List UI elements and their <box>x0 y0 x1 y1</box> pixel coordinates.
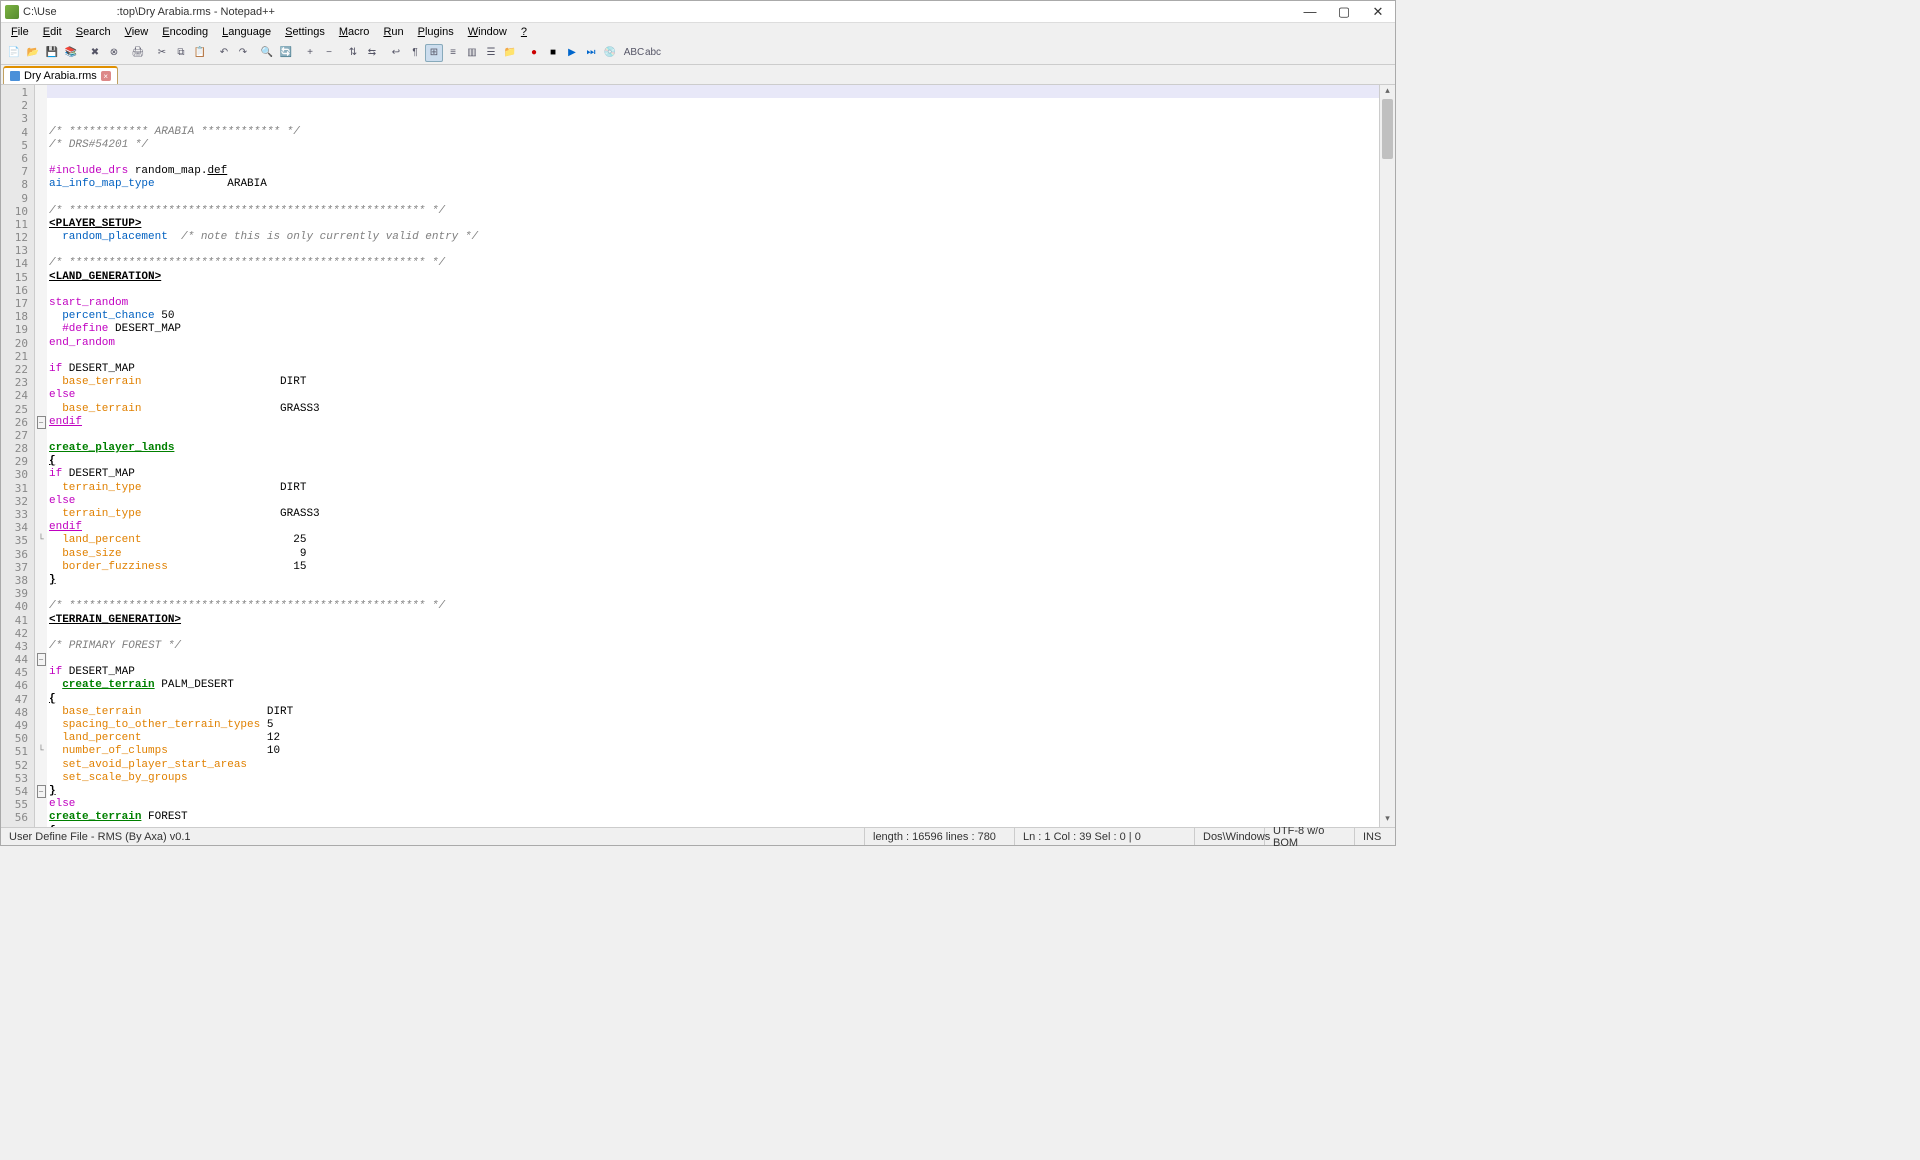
menu-window[interactable]: Window <box>462 25 513 39</box>
close-button[interactable]: ✕ <box>1365 3 1391 21</box>
app-icon <box>5 5 19 19</box>
indent-guide-icon[interactable]: ⊞ <box>425 44 443 62</box>
spell-off-icon[interactable]: abc <box>644 44 662 62</box>
rec-icon[interactable]: ● <box>525 44 543 62</box>
line-number-gutter: 1234567891011121314151617181920212223242… <box>1 85 35 827</box>
zoom-out-icon[interactable]: − <box>320 44 338 62</box>
new-icon[interactable]: 📄 <box>5 44 23 62</box>
window-controls: — ▢ ✕ <box>1297 3 1391 21</box>
doc-map-icon[interactable]: ▥ <box>463 44 481 62</box>
replace-icon[interactable]: 🔄 <box>277 44 295 62</box>
status-length: length : 16596 lines : 780 <box>865 828 1015 845</box>
status-eol: Dos\Windows <box>1195 828 1265 845</box>
current-line-highlight <box>47 85 1379 98</box>
scroll-down-icon[interactable]: ▾ <box>1380 813 1395 827</box>
wrap-icon[interactable]: ↩ <box>387 44 405 62</box>
menu-settings[interactable]: Settings <box>279 25 331 39</box>
stop-icon[interactable]: ■ <box>544 44 562 62</box>
toolbar: 📄📂💾📚 ✖⊗ 🖨 ✂⧉📋 ↶↷ 🔍🔄 +−⇅⇆ ↩¶⊞≡▥☰📁 ●■▶⏭💿 ABCabc <box>1 41 1395 65</box>
statusbar: User Define File - RMS (By Axa) v0.1 len… <box>1 827 1395 845</box>
play-icon[interactable]: ▶ <box>563 44 581 62</box>
copy-icon[interactable]: ⧉ <box>172 44 190 62</box>
menu-search[interactable]: Search <box>70 25 117 39</box>
titlebar[interactable]: C:\Use:top\Dry Arabia.rms - Notepad++ — … <box>1 1 1395 23</box>
minimize-button[interactable]: — <box>1297 3 1323 21</box>
func-list-icon[interactable]: ☰ <box>482 44 500 62</box>
lang-icon[interactable]: ≡ <box>444 44 462 62</box>
scroll-thumb[interactable] <box>1382 99 1393 159</box>
redo-icon[interactable]: ↷ <box>234 44 252 62</box>
menu-plugins[interactable]: Plugins <box>412 25 460 39</box>
status-language: User Define File - RMS (By Axa) v0.1 <box>1 828 865 845</box>
fold-gutter[interactable]: −└−└− <box>35 85 47 827</box>
editor: 1234567891011121314151617181920212223242… <box>1 85 1395 827</box>
window-title: C:\Use:top\Dry Arabia.rms - Notepad++ <box>23 6 1297 18</box>
sync-h-icon[interactable]: ⇆ <box>363 44 381 62</box>
tabbar: Dry Arabia.rms × <box>1 65 1395 85</box>
status-position: Ln : 1 Col : 39 Sel : 0 | 0 <box>1015 828 1195 845</box>
tab-label: Dry Arabia.rms <box>24 70 97 82</box>
menu-encoding[interactable]: Encoding <box>156 25 214 39</box>
folder-icon[interactable]: 📁 <box>501 44 519 62</box>
status-insert-mode: INS <box>1355 828 1395 845</box>
save-icon[interactable]: 💾 <box>43 44 61 62</box>
save-all-icon[interactable]: 📚 <box>62 44 80 62</box>
menu-view[interactable]: View <box>119 25 155 39</box>
menu-file[interactable]: File <box>5 25 35 39</box>
zoom-in-icon[interactable]: + <box>301 44 319 62</box>
play-multi-icon[interactable]: ⏭ <box>582 44 600 62</box>
menu-edit[interactable]: Edit <box>37 25 68 39</box>
vertical-scrollbar[interactable]: ▴ ▾ <box>1379 85 1395 827</box>
menu-language[interactable]: Language <box>216 25 277 39</box>
close-all-icon[interactable]: ⊗ <box>105 44 123 62</box>
code-area[interactable]: /* ************ ARABIA ************ *//*… <box>47 85 1379 827</box>
undo-icon[interactable]: ↶ <box>215 44 233 62</box>
print-icon[interactable]: 🖨 <box>129 44 147 62</box>
app-window: C:\Use:top\Dry Arabia.rms - Notepad++ — … <box>0 0 1396 846</box>
menu-macro[interactable]: Macro <box>333 25 376 39</box>
paste-icon[interactable]: 📋 <box>191 44 209 62</box>
menu-?[interactable]: ? <box>515 25 533 39</box>
sync-v-icon[interactable]: ⇅ <box>344 44 362 62</box>
spell-icon[interactable]: ABC <box>625 44 643 62</box>
find-icon[interactable]: 🔍 <box>258 44 276 62</box>
status-encoding: UTF-8 w/o BOM <box>1265 828 1355 845</box>
cut-icon[interactable]: ✂ <box>153 44 171 62</box>
open-icon[interactable]: 📂 <box>24 44 42 62</box>
file-icon <box>10 71 20 81</box>
file-tab[interactable]: Dry Arabia.rms × <box>3 66 118 84</box>
menu-run[interactable]: Run <box>377 25 409 39</box>
scroll-up-icon[interactable]: ▴ <box>1380 85 1395 99</box>
all-chars-icon[interactable]: ¶ <box>406 44 424 62</box>
tab-close-icon[interactable]: × <box>101 71 111 81</box>
menubar: FileEditSearchViewEncodingLanguageSettin… <box>1 23 1395 41</box>
maximize-button[interactable]: ▢ <box>1331 3 1357 21</box>
close-icon[interactable]: ✖ <box>86 44 104 62</box>
save-macro-icon[interactable]: 💿 <box>601 44 619 62</box>
